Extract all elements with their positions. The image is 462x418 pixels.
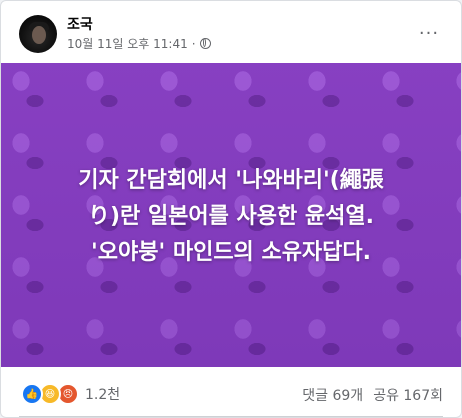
comment-count[interactable]: 댓글 69개	[302, 385, 363, 405]
headline-line-3: '오야붕' 마인드의 소유자답다.	[90, 240, 372, 265]
author-name[interactable]: 조국	[67, 14, 93, 34]
like-icon: 👍	[21, 383, 43, 405]
headline-line-2: り)란 일본어를 사용한 윤석열.	[87, 204, 375, 229]
globe-icon[interactable]	[199, 38, 211, 49]
more-options-icon[interactable]: ···	[415, 19, 443, 47]
author-avatar[interactable]	[19, 15, 57, 53]
share-count[interactable]: 공유 167회	[373, 385, 443, 405]
post-footer: 👍 😆 😠 1.2천 댓글 69개 공유 167회	[1, 367, 461, 417]
post-meta: 10월 11일 오후 11:41 ·	[67, 35, 211, 52]
post-header: 조국 10월 11일 오후 11:41 · ···	[1, 1, 461, 63]
reaction-count: 1.2천	[85, 387, 121, 403]
headline-line-1: 기자 간담회에서 '나와바리'(繩張	[78, 168, 384, 193]
footer-divider	[19, 416, 443, 417]
meta-separator: ·	[191, 36, 196, 51]
reactions-summary[interactable]: 👍 😆 😠 1.2천	[21, 383, 120, 405]
avatar-face	[32, 26, 46, 44]
post-image[interactable]: 기자 간담회에서 '나와바리'(繩張 り)란 일본어를 사용한 윤석열. '오야…	[1, 63, 461, 367]
image-headline: 기자 간담회에서 '나와바리'(繩張 り)란 일본어를 사용한 윤석열. '오야…	[1, 163, 461, 271]
engagement-counts: 댓글 69개 공유 167회	[302, 385, 443, 405]
post-card: 조국 10월 11일 오후 11:41 · ··· 기자 간담회에서 '나와바리…	[0, 0, 462, 418]
post-timestamp[interactable]: 10월 11일 오후 11:41	[67, 35, 188, 52]
